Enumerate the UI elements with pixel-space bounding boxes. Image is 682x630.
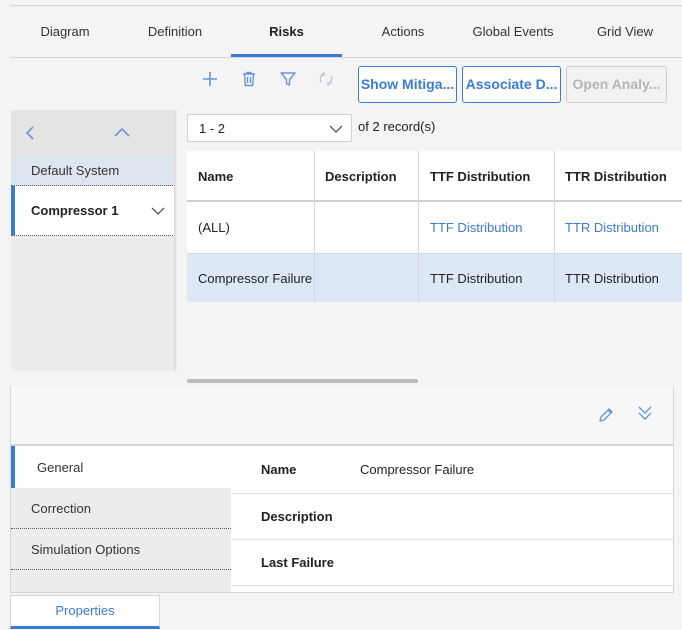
property-label: Name [261,462,297,477]
nav-item-compressor-1[interactable]: Compressor 1 [11,186,175,236]
column-divider [314,151,315,302]
trash-icon [243,71,255,87]
detail-side-tabs: General Correction Simulation Options [11,446,231,592]
chevron-down-icon [329,125,343,133]
column-divider [418,151,419,302]
side-tab-label: Correction [31,500,91,516]
tab-actions[interactable]: Actions [348,6,458,57]
refresh-button[interactable] [315,70,337,92]
cell-ttr: TTR Distribution [565,270,659,286]
property-value[interactable]: Compressor Failure [360,462,474,477]
double-chevron-down-icon[interactable] [637,404,653,422]
horizontal-scrollbar[interactable] [187,379,418,383]
property-row-name: Name Compressor Failure [231,446,673,494]
tab-grid-view[interactable]: Grid View [570,6,680,57]
chevron-up-icon[interactable] [113,126,131,138]
tab-diagram[interactable]: Diagram [10,6,120,57]
column-header-ttr[interactable]: TTR Distribution [554,151,682,201]
ttf-distribution-link[interactable]: TTF Distribution [419,202,554,252]
delete-button[interactable] [238,70,260,92]
of-label: of [358,119,369,134]
property-label: Description [261,509,333,524]
cell-name: (ALL) [198,219,230,235]
ttr-distribution-link[interactable]: TTR Distribution [554,202,682,252]
pencil-icon[interactable] [597,406,615,424]
tab-global-events[interactable]: Global Events [458,6,568,57]
property-row-description: Description [231,494,673,540]
cell-description [314,202,418,252]
refresh-icon [319,72,333,86]
show-mitigation-button[interactable]: Show Mitiga... [358,66,457,103]
cell-ttf: TTF Distribution [430,270,523,286]
tab-risks[interactable]: Risks [231,6,342,57]
tab-properties[interactable]: Properties [10,595,160,629]
column-header-ttf[interactable]: TTF Distribution [419,151,554,201]
column-header-name[interactable]: Name [187,151,314,201]
table-row[interactable]: (ALL) TTF Distribution TTR Distribution [187,202,682,253]
plus-icon [203,72,217,86]
table-row[interactable]: Compressor Failure TTF Distribution TTR … [187,254,682,302]
record-total: 2 [372,119,380,134]
nav-item-default-system[interactable]: Default System [11,156,175,186]
records-label: record(s) [383,119,436,134]
side-tab-correction[interactable]: Correction [11,488,231,529]
column-header-description[interactable]: Description [314,151,418,201]
filter-button[interactable] [277,70,299,92]
side-tab-simulation-options[interactable]: Simulation Options [11,529,231,570]
page-range-select[interactable]: 1 - 2 [187,114,352,142]
cell-description [314,254,418,302]
nav-item-label: Default System [31,163,120,178]
side-tab-general[interactable]: General [11,446,231,488]
risks-grid: Name Description TTF Distribution TTR Di… [187,151,682,302]
tab-definition[interactable]: Definition [120,6,230,57]
column-divider [554,151,555,302]
back-arrow-icon[interactable] [23,125,37,141]
property-label: Last Failure [261,555,334,570]
nav-item-label: Compressor 1 [31,203,119,218]
filter-icon [280,72,296,86]
open-analysis-button[interactable]: Open Analy... [566,66,667,103]
left-nav-header [11,110,175,156]
record-count: of 2 record(s) [358,119,435,134]
side-tab-label: Simulation Options [31,541,141,557]
property-row-last-failure: Last Failure [231,540,673,586]
associate-button[interactable]: Associate D... [462,66,561,103]
cell-name: Compressor Failure [198,270,313,286]
page-range-value: 1 - 2 [199,121,226,136]
add-button[interactable] [199,70,221,92]
top-tab-bar: Diagram Definition Risks Actions Global … [10,6,682,58]
chevron-down-icon[interactable] [151,206,165,216]
detail-toolbar [10,386,674,445]
side-tab-label: General [37,459,84,475]
nav-divider [174,110,177,371]
